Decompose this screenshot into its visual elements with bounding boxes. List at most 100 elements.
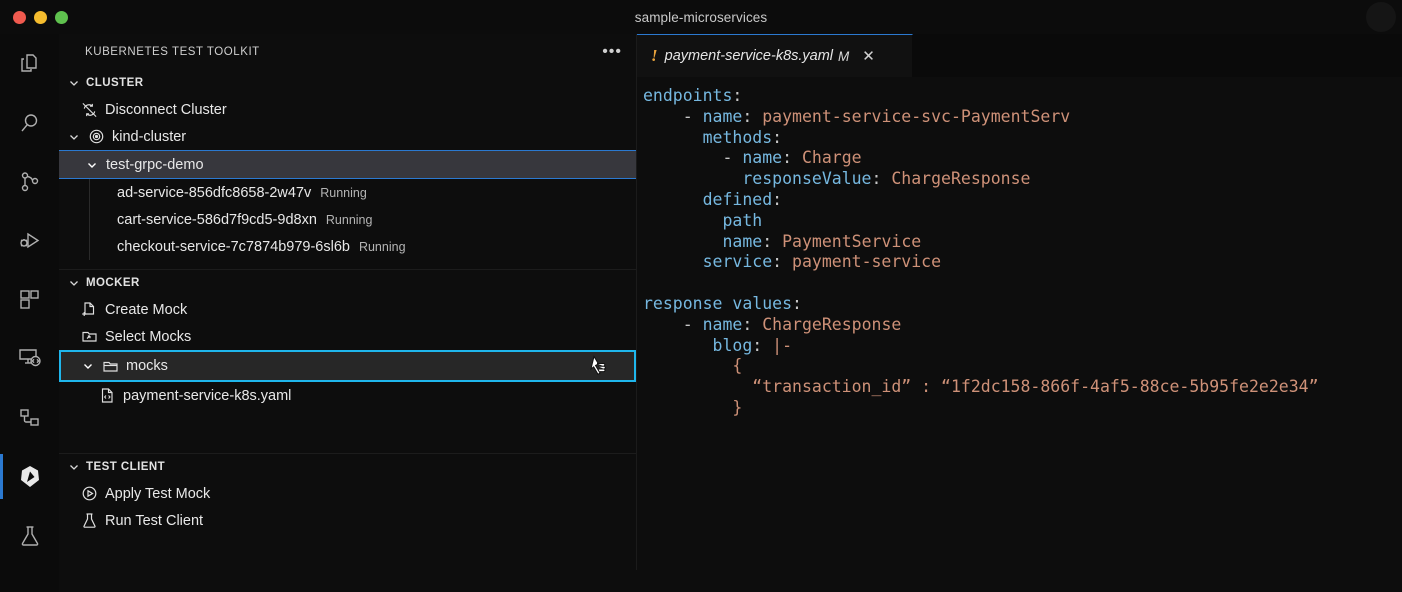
- sidebar-more-actions-button[interactable]: •••: [602, 48, 622, 56]
- sidebar-item-kind-cluster[interactable]: kind-cluster: [59, 123, 636, 150]
- chevron-down-icon: [81, 359, 95, 373]
- section-header-test-client[interactable]: TEST CLIENT: [59, 454, 636, 480]
- search-icon: [18, 111, 42, 135]
- sidebar-item-label: payment-service-k8s.yaml: [123, 388, 291, 404]
- section-header-cluster[interactable]: CLUSTER: [59, 70, 636, 96]
- code-line: - name: Charge: [643, 148, 1402, 169]
- code-line: [643, 273, 1402, 294]
- folder-icon: [102, 358, 119, 375]
- mouse-pointer-hand-icon: [588, 354, 610, 378]
- code-line: service: payment-service: [643, 252, 1402, 273]
- activity-item-kubernetes-test-toolkit[interactable]: [0, 447, 59, 506]
- sidebar-item-pod-ad-service[interactable]: ad-service-856dfc8658-2w47v Running: [59, 179, 636, 206]
- sidebar-item-label: test-grpc-demo: [106, 157, 204, 173]
- window-accounts-orb[interactable]: [1366, 2, 1396, 32]
- flask-icon: [18, 524, 42, 548]
- sidebar-item-apply-test-mock[interactable]: Apply Test Mock: [59, 480, 636, 507]
- pod-name: ad-service-856dfc8658-2w47v: [117, 185, 311, 201]
- sidebar-title: KUBERNETES TEST TOOLKIT: [85, 46, 260, 58]
- remote-explorer-icon: [17, 346, 42, 371]
- chevron-down-icon: [67, 276, 81, 290]
- sidebar-item-label: Disconnect Cluster: [105, 102, 227, 118]
- section-label-test-client: TEST CLIENT: [86, 461, 165, 473]
- sidebar-item-run-test-client[interactable]: Run Test Client: [59, 507, 636, 534]
- tab-strip-empty-space: [913, 34, 1402, 77]
- code-line: “transaction_id” : “1f2dc158-866f-4af5-8…: [643, 377, 1402, 398]
- title-bar: sample-microservices: [0, 0, 1402, 34]
- sidebar-item-label: Select Mocks: [105, 329, 191, 345]
- window-title: sample-microservices: [0, 10, 1402, 25]
- source-control-icon: [18, 170, 42, 194]
- side-bar: KUBERNETES TEST TOOLKIT ••• CLUSTER Disc…: [59, 34, 637, 570]
- sidebar-item-label: Apply Test Mock: [105, 486, 210, 502]
- code-line: name: PaymentService: [643, 232, 1402, 253]
- activity-item-testing[interactable]: [0, 506, 59, 565]
- activity-item-run-debug[interactable]: [0, 211, 59, 270]
- sidebar-item-select-mocks[interactable]: Select Mocks: [59, 323, 636, 350]
- pod-name: cart-service-586d7f9cd5-9d8xn: [117, 212, 317, 228]
- section-header-mocker[interactable]: MOCKER: [59, 270, 636, 296]
- sidebar-item-label: kind-cluster: [112, 129, 186, 145]
- editor-tab-strip: ! payment-service-k8s.yaml M ✕: [637, 34, 1402, 77]
- pod-status: Running: [320, 186, 367, 200]
- chevron-down-icon: [67, 130, 81, 144]
- code-line: path: [643, 211, 1402, 232]
- sidebar-item-create-mock[interactable]: Create Mock: [59, 296, 636, 323]
- code-line: defined:: [643, 190, 1402, 211]
- sidebar-header: KUBERNETES TEST TOOLKIT •••: [59, 34, 636, 70]
- pod-name: checkout-service-7c7874b979-6sl6b: [117, 239, 350, 255]
- editor-area: ! payment-service-k8s.yaml M ✕ endpoints…: [637, 34, 1402, 592]
- sidebar-item-test-grpc-demo[interactable]: test-grpc-demo: [59, 150, 636, 179]
- disconnect-icon: [81, 101, 98, 118]
- tab-filename: payment-service-k8s.yaml: [665, 48, 833, 64]
- run-debug-icon: [18, 229, 42, 253]
- sidebar-section-mocker: MOCKER Create Mock Select Mocks: [59, 269, 636, 453]
- code-line: }: [643, 398, 1402, 419]
- play-circle-icon: [81, 485, 98, 502]
- beaker-icon: [81, 512, 98, 529]
- vscode-window: sample-microservices: [0, 0, 1402, 592]
- sidebar-item-label: mocks: [126, 358, 168, 374]
- close-icon[interactable]: ✕: [862, 49, 875, 64]
- new-file-icon: [81, 301, 98, 318]
- chevron-down-icon: [67, 460, 81, 474]
- sidebar-item-label: Run Test Client: [105, 513, 203, 529]
- editor-tab-payment-service-k8s-yaml[interactable]: ! payment-service-k8s.yaml M ✕: [637, 34, 913, 77]
- sidebar-item-disconnect-cluster[interactable]: Disconnect Cluster: [59, 96, 636, 123]
- folder-open-icon: [81, 328, 98, 345]
- chevron-down-icon: [67, 76, 81, 90]
- tab-modified-badge: M: [838, 49, 849, 64]
- activity-item-kubernetes[interactable]: [0, 388, 59, 447]
- code-line: blog: |-: [643, 336, 1402, 357]
- code-line: response values:: [643, 294, 1402, 315]
- activity-item-extensions[interactable]: [0, 270, 59, 329]
- sidebar-section-cluster: CLUSTER Disconnect Cluster: [59, 70, 636, 269]
- sidebar-item-mocks-folder[interactable]: mocks: [59, 350, 636, 382]
- code-editor-content[interactable]: endpoints: - name: payment-service-svc-P…: [637, 77, 1402, 419]
- code-line: - name: payment-service-svc-PaymentServ: [643, 107, 1402, 128]
- cluster-target-icon: [88, 128, 105, 145]
- files-icon: [18, 52, 42, 76]
- code-line: responseValue: ChargeResponse: [643, 169, 1402, 190]
- activity-item-remote-explorer[interactable]: [0, 329, 59, 388]
- extensions-icon: [18, 288, 42, 312]
- code-line: methods:: [643, 128, 1402, 149]
- activity-item-explorer[interactable]: [0, 34, 59, 93]
- activity-bar: [0, 34, 59, 592]
- sidebar-section-test-client: TEST CLIENT Apply Test Mock Run Tes: [59, 453, 636, 534]
- sidebar-item-payment-service-yaml[interactable]: payment-service-k8s.yaml: [59, 382, 636, 409]
- code-line: endpoints:: [643, 86, 1402, 107]
- sidebar-item-pod-checkout-service[interactable]: checkout-service-7c7874b979-6sl6b Runnin…: [59, 233, 636, 260]
- activity-item-search[interactable]: [0, 93, 59, 152]
- kubernetes-tree-icon: [18, 406, 42, 430]
- pod-status: Running: [359, 240, 406, 254]
- chevron-down-icon: [85, 158, 99, 172]
- pod-status: Running: [326, 213, 373, 227]
- kubernetes-helm-icon: [16, 463, 44, 491]
- section-label-mocker: MOCKER: [86, 277, 140, 289]
- code-line: - name: ChargeResponse: [643, 315, 1402, 336]
- activity-item-source-control[interactable]: [0, 152, 59, 211]
- code-line: {: [643, 356, 1402, 377]
- sidebar-item-pod-cart-service[interactable]: cart-service-586d7f9cd5-9d8xn Running: [59, 206, 636, 233]
- yaml-file-icon: [99, 387, 116, 404]
